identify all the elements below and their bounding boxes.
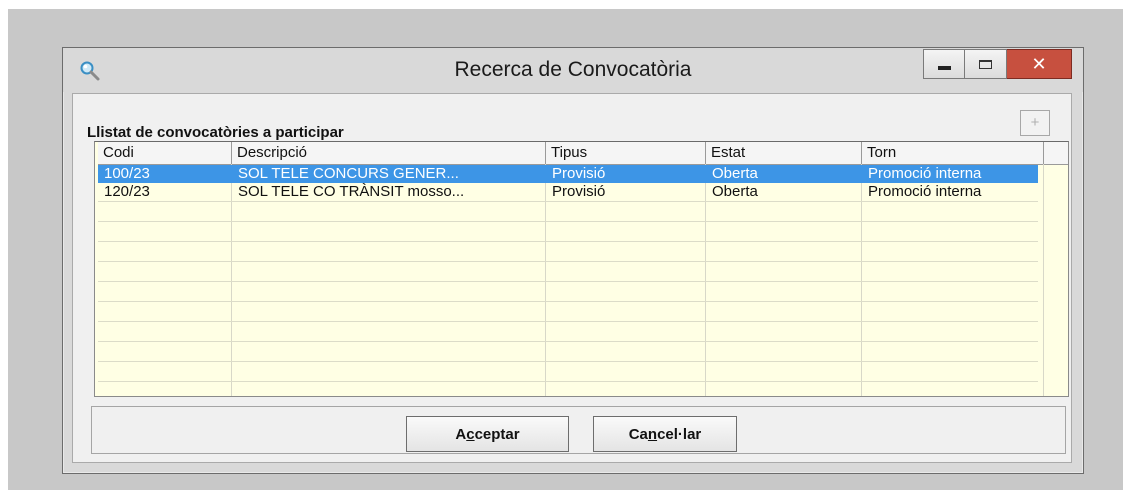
grid-header: Codi Descripció Tipus Estat Torn (98, 142, 1068, 165)
column-header-descripcio[interactable]: Descripció (232, 142, 546, 164)
cell-descripcio: SOL TELE CO TRÀNSIT mosso... (238, 183, 465, 200)
row-divider (98, 321, 1038, 322)
cell-estat: Oberta (712, 183, 758, 200)
accept-label-post: ceptar (474, 425, 520, 443)
row-divider (98, 301, 1038, 302)
row-divider (98, 261, 1038, 262)
cell-torn: Promoció interna (868, 183, 982, 200)
list-label: Llistat de convocatòries a participar (87, 124, 344, 141)
minimize-icon (937, 66, 951, 70)
title-bar[interactable]: Recerca de Convocatòria ✕ (63, 48, 1083, 92)
row-divider (98, 361, 1038, 362)
cancel-button[interactable]: Ca n cel·lar (593, 416, 737, 452)
add-button[interactable]: + (1020, 110, 1050, 136)
maximize-icon (979, 59, 992, 69)
close-button[interactable]: ✕ (1007, 49, 1072, 79)
button-panel (91, 406, 1066, 454)
cell-estat: Oberta (712, 165, 758, 182)
accept-label-accel: c (466, 425, 475, 443)
accept-label-pre: A (455, 425, 467, 443)
table-row[interactable]: 100/23 SOL TELE CONCURS GENER... Provisi… (98, 165, 1038, 183)
desktop-background: Recerca de Convocatòria ✕ Llistat de con… (8, 9, 1123, 490)
cell-tipus: Provisió (552, 183, 606, 200)
column-divider (1043, 164, 1044, 396)
cell-tipus: Provisió (552, 165, 606, 182)
column-header-torn[interactable]: Torn (862, 142, 1044, 164)
maximize-button[interactable] (965, 49, 1007, 79)
search-dialog: Recerca de Convocatòria ✕ Llistat de con… (62, 47, 1084, 474)
row-divider (98, 381, 1038, 382)
column-header-tipus[interactable]: Tipus (546, 142, 706, 164)
cell-codi: 100/23 (104, 165, 150, 182)
grid-body: Codi Descripció Tipus Estat Torn 100/23 … (98, 142, 1068, 396)
calls-grid[interactable]: Codi Descripció Tipus Estat Torn 100/23 … (94, 141, 1069, 397)
row-divider (98, 221, 1038, 222)
cell-codi: 120/23 (104, 183, 150, 200)
close-icon: ✕ (1031, 53, 1047, 75)
cancel-label-accel: n (647, 425, 658, 443)
minimize-button[interactable] (923, 49, 965, 79)
row-divider (98, 241, 1038, 242)
column-header-estat[interactable]: Estat (706, 142, 862, 164)
plus-icon: + (1030, 114, 1040, 131)
cancel-label-pre: Ca (628, 425, 648, 443)
row-divider (98, 201, 1038, 202)
column-header-codi[interactable]: Codi (98, 142, 232, 164)
cell-descripcio: SOL TELE CONCURS GENER... (238, 165, 459, 182)
cell-torn: Promoció interna (868, 165, 982, 182)
cancel-label-post: cel·lar (657, 425, 702, 443)
table-row[interactable]: 120/23 SOL TELE CO TRÀNSIT mosso... Prov… (98, 183, 1038, 201)
row-divider (98, 341, 1038, 342)
row-divider (98, 281, 1038, 282)
accept-button[interactable]: Ac ceptar (406, 416, 569, 452)
